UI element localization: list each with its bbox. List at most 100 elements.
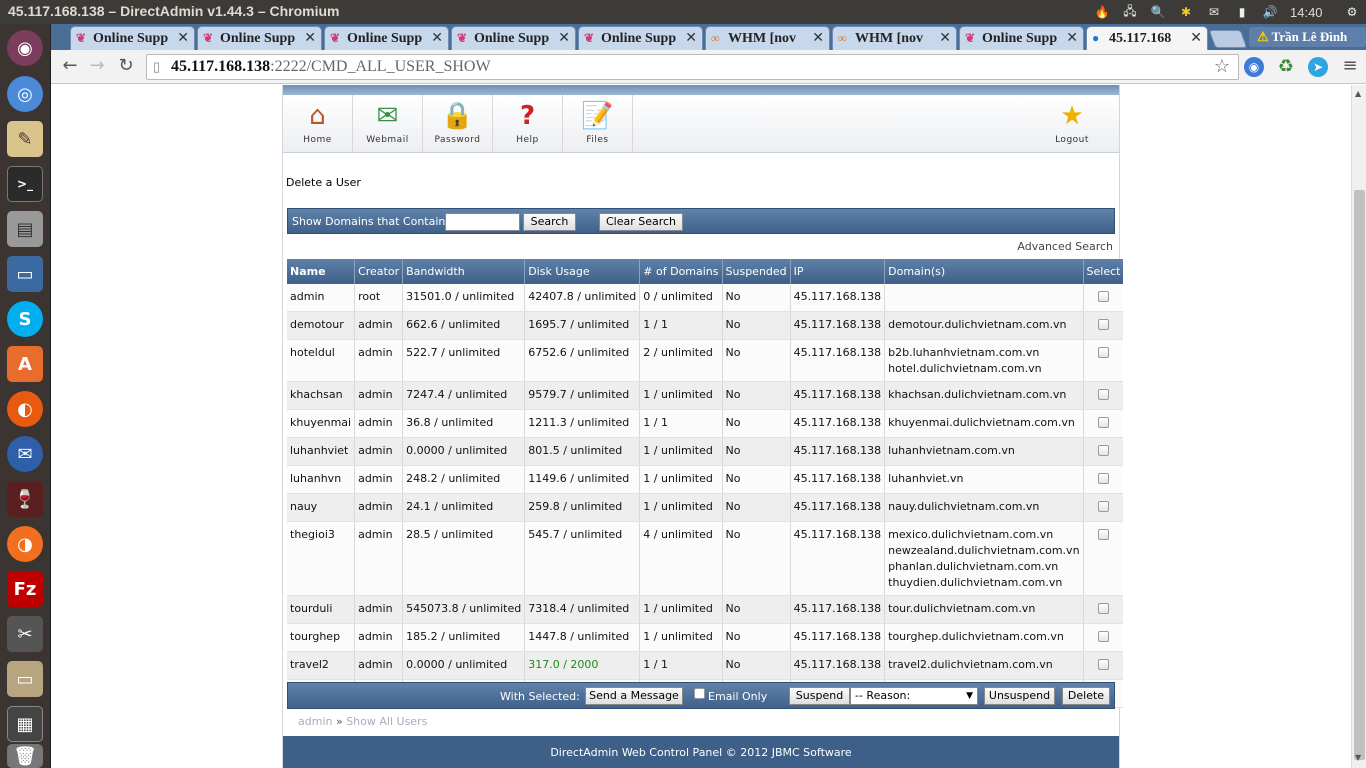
col-num-domains[interactable]: # of Domains (639, 259, 723, 284)
tab-whm[interactable]: ∞ WHM [nov ✕ (832, 26, 957, 50)
files-folder-icon[interactable]: ▭ (7, 661, 43, 697)
remote-desktop-icon[interactable]: ▭ (7, 256, 43, 292)
breadcrumb-current[interactable]: Show All Users (346, 715, 427, 728)
col-ip[interactable]: IP (790, 259, 886, 284)
col-creator[interactable]: Creator (354, 259, 404, 284)
files-button[interactable]: 📝 Files (563, 95, 633, 153)
menu-icon[interactable]: ≡ (1339, 56, 1361, 78)
network-icon[interactable]: 🖧 (1120, 3, 1140, 21)
col-domains[interactable]: Domain(s) (884, 259, 1084, 284)
tab-close-icon[interactable]: ✕ (1190, 30, 1202, 46)
domain-link[interactable]: luhanhvietnam.com.vn (888, 443, 1079, 459)
extension-icon-1[interactable]: ◉ (1244, 57, 1264, 77)
firefox-browser-icon[interactable]: ◑ (7, 526, 43, 562)
thunderbird-icon[interactable]: ✉ (7, 436, 43, 472)
home-button[interactable]: ⌂ Home (283, 95, 353, 153)
scrollbar-thumb[interactable] (1354, 190, 1365, 760)
firefox-tray-icon[interactable]: 🔥 (1092, 3, 1112, 21)
select-user-checkbox[interactable] (1098, 659, 1110, 670)
software-center-icon[interactable]: A (7, 346, 43, 382)
skype-icon[interactable]: S (7, 301, 43, 337)
extension-recycle-icon[interactable]: ♻ (1276, 57, 1296, 77)
mail-icon[interactable]: ✉ (1204, 3, 1224, 21)
tab-support[interactable]: ❦ Online Supp ✕ (70, 26, 195, 50)
select-user-checkbox[interactable] (1098, 291, 1110, 302)
select-user-checkbox[interactable] (1098, 445, 1110, 456)
select-user-checkbox[interactable] (1098, 501, 1110, 512)
cell-name[interactable]: nauy (287, 493, 356, 522)
suspend-button[interactable]: Suspend (789, 687, 850, 705)
domain-link[interactable]: khachsan.dulichvietnam.com.vn (888, 387, 1079, 403)
forward-icon[interactable]: → (86, 56, 108, 78)
tab-support[interactable]: ❦ Online Supp ✕ (451, 26, 576, 50)
cell-name[interactable]: tourduli (287, 595, 356, 624)
domain-link[interactable]: tour.dulichvietnam.com.vn (888, 601, 1079, 617)
archive-icon[interactable]: ▤ (7, 211, 43, 247)
domain-link[interactable]: mexico.dulichvietnam.com.vn (888, 527, 1079, 543)
scroll-up-arrow-icon[interactable]: ▲ (1355, 89, 1361, 98)
tab-close-icon[interactable]: ✕ (177, 30, 189, 46)
select-user-checkbox[interactable] (1098, 389, 1110, 400)
tab-close-icon[interactable]: ✕ (1066, 30, 1078, 46)
reload-icon[interactable]: ↻ (115, 56, 137, 78)
bookmark-star-icon[interactable]: ☆ (1214, 56, 1230, 77)
tab-support[interactable]: ❦ Online Supp ✕ (578, 26, 703, 50)
col-name[interactable]: Name (287, 259, 356, 284)
cell-name[interactable]: tourghep (287, 623, 356, 652)
domain-link[interactable]: demotour.dulichvietnam.com.vn (888, 317, 1079, 333)
reason-select[interactable]: -- Reason: ▼ (850, 687, 978, 705)
cell-name[interactable]: luhanhviet (287, 437, 356, 466)
search-input[interactable] (445, 213, 520, 231)
terminal-icon[interactable]: >_ (7, 166, 43, 202)
search-tray-icon[interactable]: 🔍 (1148, 3, 1168, 21)
help-button[interactable]: ? Help (493, 95, 563, 153)
tab-close-icon[interactable]: ✕ (431, 30, 443, 46)
scroll-down-arrow-icon[interactable]: ▼ (1355, 753, 1361, 762)
domain-link[interactable]: travel2.dulichvietnam.com.vn (888, 657, 1079, 673)
advanced-search-link[interactable]: Advanced Search (1017, 240, 1113, 253)
cell-name[interactable]: admin (287, 284, 356, 312)
power-gear-icon[interactable]: ⚙ (1342, 3, 1362, 21)
domain-link[interactable]: khuyenmai.dulichvietnam.com.vn (888, 415, 1079, 431)
chromium-icon[interactable]: ◎ (7, 76, 43, 112)
telegram-icon[interactable]: ➤ (1308, 57, 1328, 77)
trash-icon[interactable]: 🗑 (7, 744, 43, 768)
select-user-checkbox[interactable] (1098, 347, 1110, 358)
cell-name[interactable]: khachsan (287, 381, 356, 410)
email-only-checkbox[interactable] (694, 688, 705, 699)
password-button[interactable]: 🔒 Password (423, 95, 493, 153)
cell-name[interactable]: hoteldul (287, 339, 356, 382)
col-disk-usage[interactable]: Disk Usage (524, 259, 641, 284)
domain-link[interactable]: nauy.dulichvietnam.com.vn (888, 499, 1079, 515)
vertical-scrollbar[interactable]: ▲ ▼ (1351, 85, 1366, 768)
send-message-button[interactable]: Send a Message (585, 687, 683, 705)
domain-link[interactable]: luhanhviet.vn (888, 471, 1079, 487)
search-button[interactable]: Search (523, 213, 576, 231)
col-suspended[interactable]: Suspended (722, 259, 791, 284)
tab-support[interactable]: ❦ Online Supp ✕ (324, 26, 449, 50)
col-bandwidth[interactable]: Bandwidth (402, 259, 526, 284)
domain-link[interactable]: hotel.dulichvietnam.com.vn (888, 361, 1079, 377)
browser-profile-badge[interactable]: ⚠ Trần Lê Đình (1249, 27, 1366, 47)
tab-close-icon[interactable]: ✕ (685, 30, 697, 46)
cell-name[interactable]: demotour (287, 311, 356, 340)
tab-whm[interactable]: ∞ WHM [nov ✕ (705, 26, 830, 50)
cell-name[interactable]: luhanhvn (287, 465, 356, 494)
cell-name[interactable]: thegioi3 (287, 521, 356, 596)
new-tab-button[interactable] (1208, 30, 1248, 48)
wine-icon[interactable]: 🍷 (7, 481, 43, 517)
select-user-checkbox[interactable] (1098, 603, 1110, 614)
battery-icon[interactable]: ▮ (1232, 3, 1252, 21)
cell-name[interactable]: travel2 (287, 651, 356, 680)
domain-link[interactable]: phanlan.dulichvietnam.com.vn (888, 559, 1079, 575)
domain-link[interactable]: tourghep.dulichvietnam.com.vn (888, 629, 1079, 645)
back-icon[interactable]: ← (59, 56, 81, 78)
system-tools-icon[interactable]: ✂ (7, 616, 43, 652)
select-user-checkbox[interactable] (1098, 417, 1110, 428)
clear-search-button[interactable]: Clear Search (599, 213, 683, 231)
select-user-checkbox[interactable] (1098, 529, 1110, 540)
firefox-launcher-icon[interactable]: ◐ (7, 391, 43, 427)
select-user-checkbox[interactable] (1098, 319, 1110, 330)
logout-button[interactable]: ★ Logout (1037, 95, 1107, 153)
ubuntu-dash-icon[interactable]: ◉ (7, 30, 43, 66)
